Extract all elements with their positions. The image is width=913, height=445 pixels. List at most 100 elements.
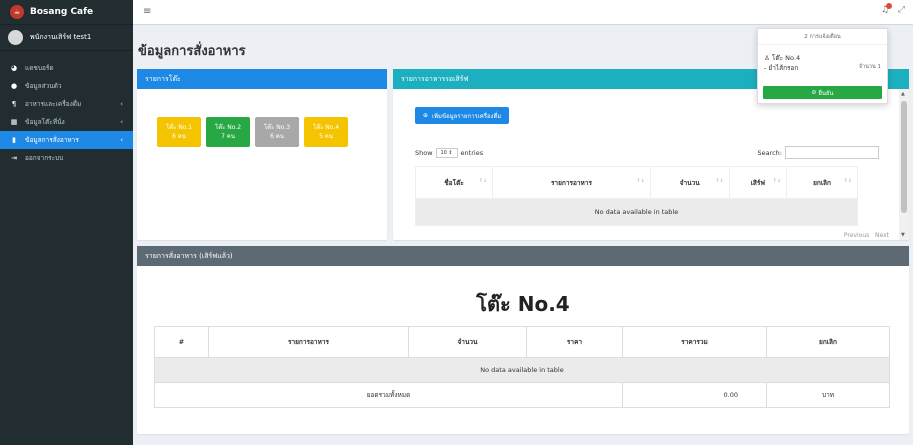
sidebar-nav: ◕ แดชบอร์ด ● ข้อมูลส่วนตัว ¶ อาหารและเคร… <box>0 51 133 167</box>
col-qty: จำนวน <box>408 326 527 358</box>
col-label: เสิร์ฟ <box>750 178 765 187</box>
col-food[interactable]: รายการอาหาร ↑↓ <box>492 166 651 199</box>
total-row: ยอดรวมทั้งหมด 0.00 บาท <box>154 382 890 408</box>
served-orders-table: # รายการอาหาร จำนวน ราคา ราคารวม ยกเลิก … <box>154 326 890 408</box>
served-panel-title: รายการสั่งอาหาร (เสิร์ฟแล้ว) <box>137 246 909 266</box>
tables-panel: รายการโต๊ะ โต๊ะ No.1 6 คน โต๊ะ No.2 7 คน… <box>137 69 387 240</box>
table-row: No data available in table <box>415 198 858 226</box>
notification-dot <box>886 3 892 9</box>
scrollbar[interactable]: ▲ ▼ <box>899 89 909 240</box>
empty-cell: No data available in table <box>415 198 858 226</box>
show-label: Show <box>415 149 433 157</box>
sidebar-item-label: ข้อมูลส่วนตัว <box>25 82 62 90</box>
col-qty[interactable]: จำนวน ↑↓ <box>649 166 730 199</box>
notification-count: 2 การแจ้งเตือน <box>758 29 887 45</box>
col-label: ยกเลิก <box>813 178 831 187</box>
avatar <box>8 30 23 45</box>
table-card-name: โต๊ะ No.1 <box>165 124 193 131</box>
table-search: Search: <box>757 146 879 159</box>
sort-icon: ↑↓ <box>636 177 645 184</box>
cutlery-icon: ¶ <box>11 100 17 108</box>
col-cancel: ยกเลิก <box>766 326 890 358</box>
brand-name: Bosang Cafe <box>30 7 94 17</box>
scroll-up-icon[interactable]: ▲ <box>901 91 905 97</box>
entries-select[interactable]: 10 ⇕ <box>435 148 458 158</box>
brand[interactable]: ☕ Bosang Cafe <box>0 0 133 25</box>
table-card-seats: 6 คน <box>270 133 284 140</box>
entries-label: entries <box>460 149 484 157</box>
table-row: No data available in table <box>154 357 890 383</box>
sidebar-item-label: ออกจากระบบ <box>25 154 64 162</box>
col-label: จำนวน <box>679 178 700 187</box>
user-name: พนักงานเสิร์ฟ test1 <box>30 33 92 41</box>
plus-circle-icon: ⊕ <box>423 112 429 119</box>
sidebar-item-orders[interactable]: ▮ ข้อมูลการสั่งอาหาร ‹ <box>0 131 133 149</box>
chevron-left-icon: ‹ <box>120 136 123 144</box>
sidebar-item-label: แดชบอร์ด <box>25 64 54 72</box>
table-card[interactable]: โต๊ะ No.2 7 คน <box>206 117 250 147</box>
table-card[interactable]: โต๊ะ No.3 6 คน <box>255 117 299 147</box>
col-price: ราคา <box>526 326 623 358</box>
col-cancel[interactable]: ยกเลิก ↑↓ <box>786 166 858 199</box>
fullscreen-icon[interactable]: ⤢ <box>898 5 905 15</box>
entries-select-value: 10 <box>440 150 447 156</box>
col-total: ราคารวม <box>622 326 767 358</box>
user-panel[interactable]: พนักงานเสิร์ฟ test1 <box>0 25 133 51</box>
sidebar-item-label: ข้อมูลโต๊ะที่นั่ง <box>25 118 65 126</box>
notification-item[interactable]: ♙ โต๊ะ No.4 - ยำไส้กรอก จำนวน 1 <box>758 45 887 83</box>
menu-toggle-icon[interactable]: ≡ <box>143 6 151 17</box>
previous-button[interactable]: Previous <box>844 232 869 239</box>
next-button[interactable]: Next <box>875 232 889 239</box>
table-card[interactable]: โต๊ะ No.4 5 คน <box>304 117 348 147</box>
col-table-name[interactable]: ชื่อโต๊ะ ↑↓ <box>414 166 494 199</box>
col-serve[interactable]: เสิร์ฟ ↑↓ <box>728 166 788 199</box>
search-label: Search: <box>757 148 782 157</box>
notification-table: โต๊ะ No.4 <box>771 54 801 62</box>
confirm-button[interactable]: ⊘ ยืนยัน <box>763 86 882 99</box>
table-card-seats: 7 คน <box>221 133 235 140</box>
col-label: รายการอาหาร <box>550 178 592 187</box>
bell-icon[interactable]: ♫ <box>881 3 892 15</box>
table-card[interactable]: โต๊ะ No.1 6 คน <box>157 117 201 147</box>
chevron-left-icon: ‹ <box>120 100 123 108</box>
sidebar-item-tables[interactable]: ▦ ข้อมูลโต๊ะที่นั่ง ‹ <box>0 113 133 131</box>
dashboard-icon: ◕ <box>10 64 18 72</box>
search-input[interactable] <box>785 146 879 159</box>
sidebar-item-label: อาหารและเครื่องดื่ม <box>25 100 82 108</box>
sidebar-item-food-drinks[interactable]: ¶ อาหารและเครื่องดื่ม ‹ <box>0 95 133 113</box>
table-card-seats: 6 คน <box>172 133 186 140</box>
col-label: ชื่อโต๊ะ <box>444 178 464 187</box>
sidebar-item-label: ข้อมูลการสั่งอาหาร <box>25 136 79 144</box>
add-drink-label: เพิ่มข้อมูลรายการเครื่องดื่ม <box>432 112 502 120</box>
notification-dropdown: 2 การแจ้งเตือน ♙ โต๊ะ No.4 - ยำไส้กรอก จ… <box>757 28 888 104</box>
scroll-down-icon[interactable]: ▼ <box>901 232 905 238</box>
sidebar-item-dashboard[interactable]: ◕ แดชบอร์ด <box>0 59 133 77</box>
logout-icon: ⇥ <box>11 154 17 162</box>
table-cards: โต๊ะ No.1 6 คน โต๊ะ No.2 7 คน โต๊ะ No.3 … <box>137 89 387 147</box>
clipboard-icon: ▮ <box>12 136 16 144</box>
table-icon: ▦ <box>10 118 18 126</box>
check-circle-icon: ⊘ <box>811 89 817 96</box>
sidebar-item-logout[interactable]: ⇥ ออกจากระบบ <box>0 149 133 167</box>
select-arrow-icon: ⇕ <box>448 150 453 156</box>
scroll-thumb[interactable] <box>901 101 907 213</box>
pagination: Previous Next <box>844 232 889 239</box>
col-food: รายการอาหาร <box>208 326 409 358</box>
total-value: 0.00 <box>622 382 767 408</box>
cafe-logo-icon: ☕ <box>10 5 24 19</box>
pending-orders-table: ชื่อโต๊ะ ↑↓ รายการอาหาร ↑↓ จำนวน ↑↓ เสิร์ฟ ↑… <box>414 166 858 226</box>
sort-icon: ↑↓ <box>772 177 782 184</box>
sort-icon: ↑↓ <box>715 177 724 184</box>
add-drink-button[interactable]: ⊕ เพิ่มข้อมูลรายการเครื่องดื่ม <box>415 107 510 124</box>
col-index: # <box>154 326 209 358</box>
user-circle-icon: ● <box>10 82 18 90</box>
confirm-label: ยืนยัน <box>818 89 834 97</box>
total-label: ยอดรวมทั้งหมด <box>154 382 623 408</box>
sidebar-item-profile[interactable]: ● ข้อมูลส่วนตัว <box>0 77 133 95</box>
page-title: ข้อมูลการสั่งอาหาร <box>138 44 246 59</box>
served-orders-panel: รายการสั่งอาหาร (เสิร์ฟแล้ว) โต๊ะ No.4 #… <box>137 246 909 434</box>
table-card-name: โต๊ะ No.2 <box>214 124 242 131</box>
currency: บาท <box>766 382 890 408</box>
table-card-name: โต๊ะ No.3 <box>263 124 291 131</box>
chevron-left-icon: ‹ <box>120 118 123 126</box>
